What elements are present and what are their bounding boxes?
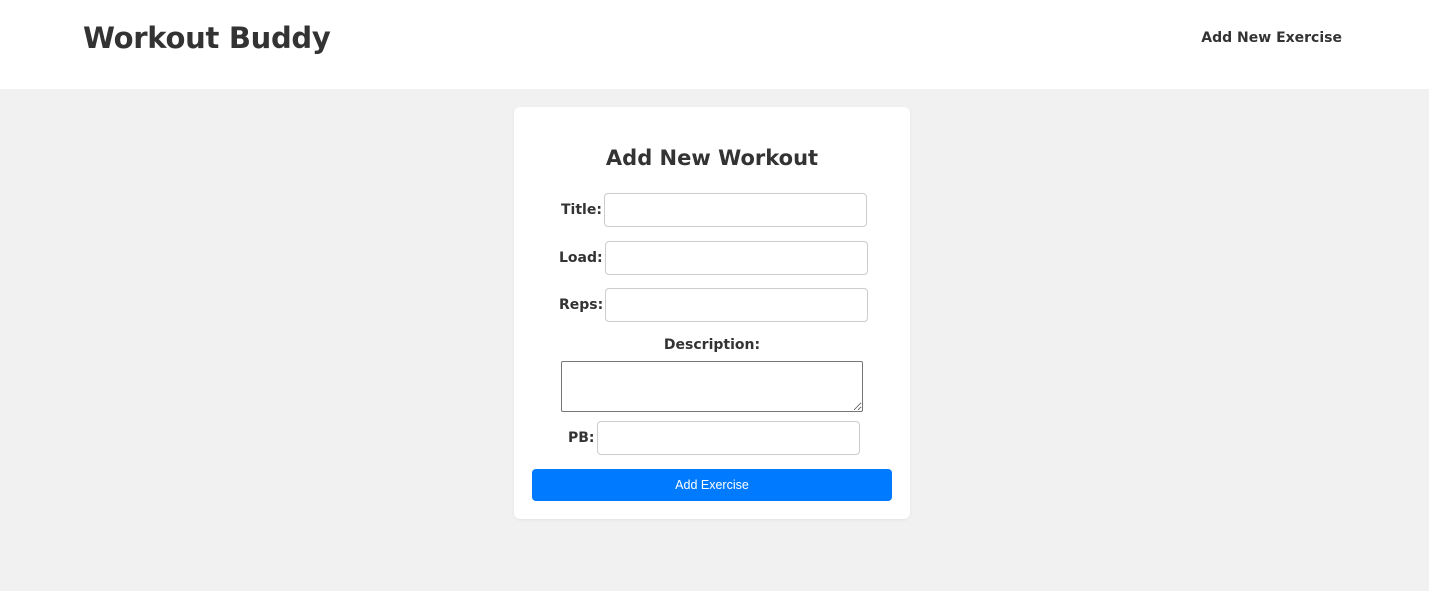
description-label: Description: xyxy=(663,337,761,353)
pb-input[interactable] xyxy=(596,421,860,455)
brand-title[interactable]: Workout Buddy xyxy=(83,20,331,56)
reps-label: Reps: xyxy=(559,297,604,313)
top-navbar: Workout Buddy Add New Exercise xyxy=(0,0,1429,89)
load-input[interactable] xyxy=(604,241,868,275)
add-workout-form: Add New Workout Title: Load: Reps: Descr… xyxy=(514,107,910,519)
reps-field-row: Reps: xyxy=(559,288,869,322)
reps-input[interactable] xyxy=(605,288,869,322)
load-field-row: Load: xyxy=(559,241,868,275)
add-exercise-button[interactable]: Add Exercise xyxy=(532,469,892,501)
pb-label: PB: xyxy=(568,430,595,446)
load-label: Load: xyxy=(559,250,603,266)
pb-field-row: PB: xyxy=(568,421,860,455)
title-input[interactable] xyxy=(603,193,867,227)
form-title: Add New Workout xyxy=(605,146,819,170)
title-field-row: Title: xyxy=(561,193,867,227)
description-textarea[interactable] xyxy=(561,361,863,412)
title-label: Title: xyxy=(561,202,602,218)
nav-link-add-new-exercise[interactable]: Add New Exercise xyxy=(1201,29,1342,47)
